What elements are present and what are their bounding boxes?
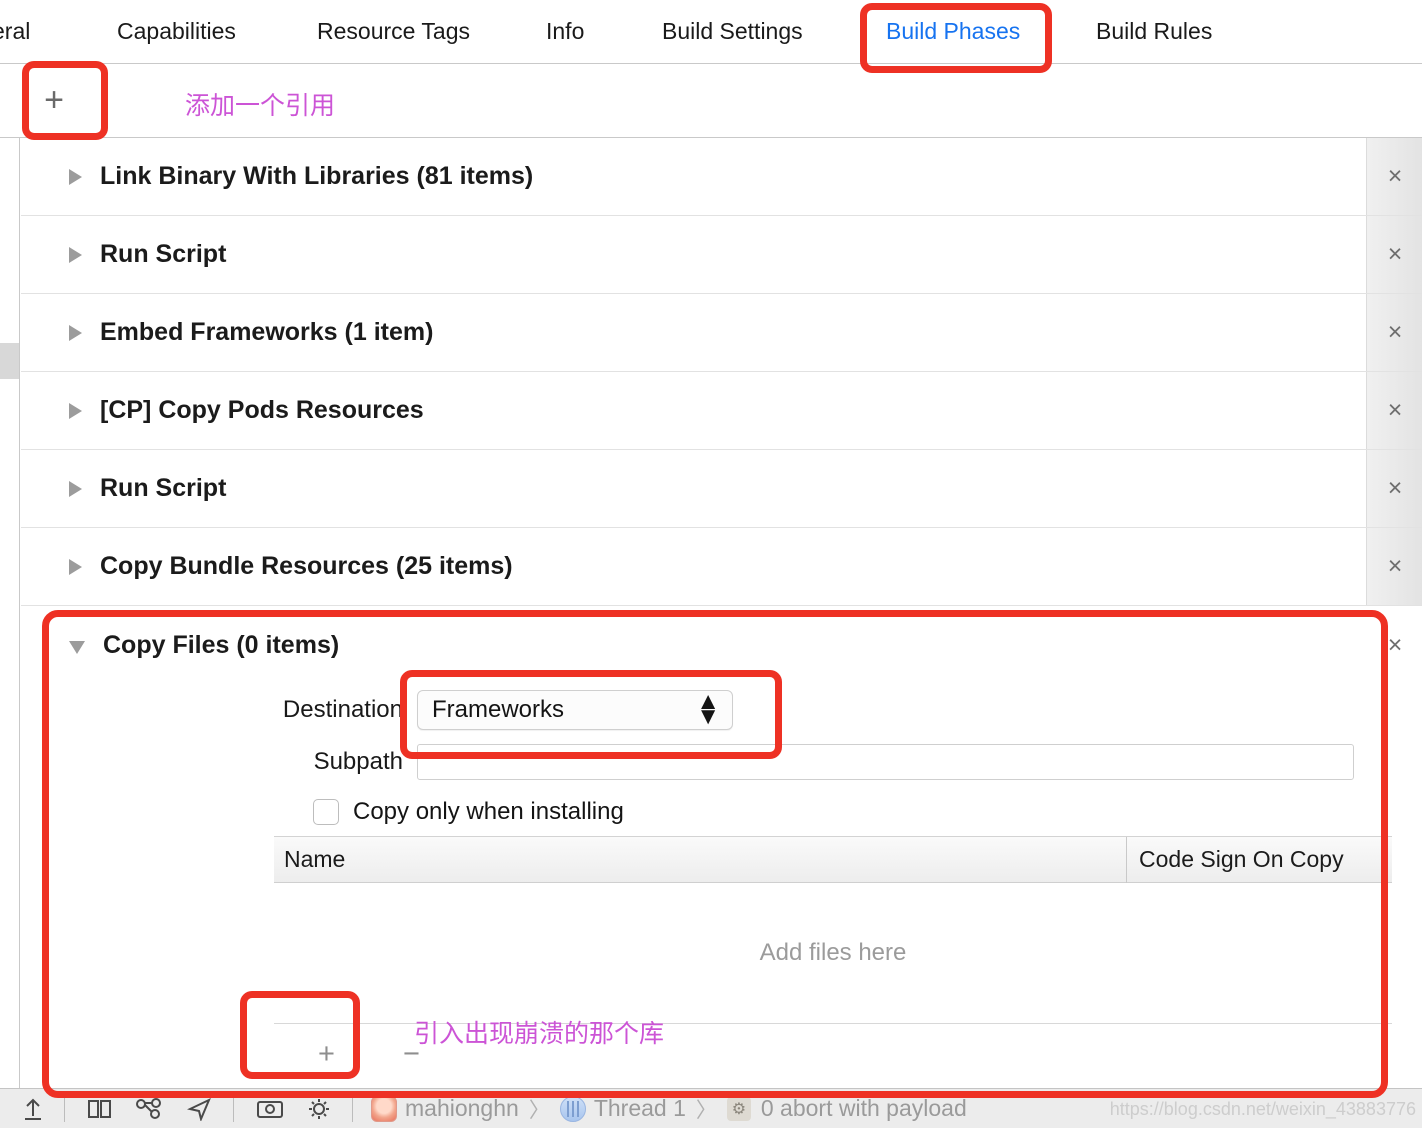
phase-row-run-script-1[interactable]: Run Script × <box>21 216 1422 294</box>
navigator-edge-strip <box>0 138 20 1088</box>
disclosure-triangle-icon[interactable] <box>69 324 82 341</box>
tab-general[interactable]: eral <box>0 18 30 45</box>
empty-placeholder: Add files here <box>759 939 907 966</box>
tab-capabilities[interactable]: Capabilities <box>117 18 236 45</box>
remove-phase-button[interactable]: × <box>1382 552 1408 580</box>
remove-phase-button[interactable]: × <box>1382 240 1408 268</box>
thread-icon <box>559 1095 586 1122</box>
disclosure-triangle-icon[interactable] <box>69 558 82 575</box>
add-build-phase-button[interactable]: + <box>28 74 80 126</box>
phase-row-copy-pods-resources[interactable]: [CP] Copy Pods Resources × <box>21 372 1422 450</box>
breadcrumb-separator: 〉 <box>528 1098 550 1122</box>
divider <box>352 1095 353 1122</box>
gear-settings-icon[interactable] <box>306 1097 332 1121</box>
column-header-code-sign-on-copy[interactable]: Code Sign On Copy <box>1126 836 1392 883</box>
disclosure-triangle-icon[interactable] <box>69 246 82 263</box>
view-hierarchy-icon[interactable] <box>87 1097 113 1121</box>
disclosure-triangle-icon[interactable] <box>69 168 82 185</box>
xcode-build-phases-screen: eral Capabilities Resource Tags Info Bui… <box>0 0 1422 1128</box>
copy-files-body: Destination Frameworks ▲ ▼ Subpath Copy o… <box>21 684 1422 1089</box>
breadcrumb-separator: 〉 <box>695 1098 717 1122</box>
disclosure-triangle-icon[interactable] <box>69 480 82 497</box>
subpath-input[interactable] <box>417 744 1354 780</box>
files-table-body[interactable]: Add files here <box>274 883 1392 1023</box>
copy-only-checkbox[interactable] <box>313 799 339 825</box>
remove-phase-button[interactable]: × <box>1382 162 1408 190</box>
remove-phase-button[interactable]: × <box>1382 396 1408 424</box>
disclosure-triangle-icon[interactable] <box>69 402 82 419</box>
column-header-name[interactable]: Name <box>274 846 1126 873</box>
phase-title: Copy Files (0 items) <box>103 630 340 659</box>
debug-bar: mahionghn 〉 Thread 1 〉 ⚙ 0 abort with pa… <box>0 1088 1422 1128</box>
copy-only-row[interactable]: Copy only when installing <box>21 788 1422 836</box>
share-upload-icon[interactable] <box>22 1097 44 1121</box>
phase-title: Run Script <box>100 474 227 502</box>
phase-row-copy-files[interactable]: Copy Files (0 items) × <box>21 606 1422 684</box>
disclosure-triangle-icon[interactable] <box>69 640 85 654</box>
phase-title: Link Binary With Libraries (81 items) <box>100 162 534 190</box>
copy-only-label: Copy only when installing <box>353 798 624 825</box>
watermark: https://blog.csdn.net/weixin_43883776 <box>1109 1099 1416 1119</box>
frame-icon: ⚙ <box>726 1096 751 1121</box>
chevron-updown-icon: ▲ ▼ <box>696 688 720 730</box>
files-table: Name Code Sign On Copy Add files here <box>274 836 1392 1023</box>
tab-info[interactable]: Info <box>546 18 584 45</box>
files-table-header: Name Code Sign On Copy <box>274 836 1392 883</box>
divider <box>233 1095 234 1122</box>
destination-label: Destination <box>282 696 403 723</box>
divider <box>64 1095 65 1122</box>
breadcrumb-process[interactable]: mahionghn <box>405 1095 519 1122</box>
remove-phase-button[interactable]: × <box>1382 318 1408 346</box>
target-editor-tabbar: eral Capabilities Resource Tags Info Bui… <box>0 0 1422 64</box>
destination-value: Frameworks <box>432 696 565 723</box>
subpath-label: Subpath <box>313 748 403 775</box>
breadcrumb-frame[interactable]: 0 abort with payload <box>761 1095 967 1122</box>
phase-row-link-binary[interactable]: Link Binary With Libraries (81 items) × <box>21 138 1422 216</box>
phase-title: [CP] Copy Pods Resources <box>100 396 424 424</box>
phase-row-run-script-2[interactable]: Run Script × <box>21 450 1422 528</box>
phase-title: Run Script <box>100 240 227 268</box>
phase-title: Copy Bundle Resources (25 items) <box>100 552 513 580</box>
annotation-add-reference: 添加一个引用 <box>185 92 336 120</box>
location-simulate-icon[interactable] <box>187 1097 213 1121</box>
phase-title: Embed Frameworks (1 item) <box>100 318 434 346</box>
camera-snapshot-icon[interactable] <box>256 1097 284 1121</box>
memory-graph-icon[interactable] <box>135 1097 165 1121</box>
breadcrumb-thread[interactable]: Thread 1 <box>594 1095 686 1122</box>
tab-build-phases[interactable]: Build Phases <box>886 18 1020 45</box>
person-avatar-icon <box>371 1095 397 1122</box>
annotation-add-crashing-library: 引入出现崩溃的那个库 <box>414 1020 665 1048</box>
navigator-selected-row[interactable] <box>0 343 19 379</box>
debug-breadcrumb: mahionghn 〉 Thread 1 〉 ⚙ 0 abort with pa… <box>371 1094 967 1124</box>
destination-row: Destination Frameworks ▲ ▼ <box>21 684 1422 736</box>
subpath-row: Subpath <box>21 736 1422 788</box>
build-phases-list: Link Binary With Libraries (81 items) × … <box>21 138 1422 1089</box>
tab-resource-tags[interactable]: Resource Tags <box>317 18 470 45</box>
tab-build-settings[interactable]: Build Settings <box>662 18 803 45</box>
destination-select[interactable]: Frameworks ▲ ▼ <box>417 690 733 730</box>
remove-phase-button[interactable]: × <box>1382 631 1408 659</box>
tab-build-rules[interactable]: Build Rules <box>1096 18 1212 45</box>
remove-phase-button[interactable]: × <box>1382 474 1408 502</box>
phase-row-copy-bundle-resources[interactable]: Copy Bundle Resources (25 items) × <box>21 528 1422 606</box>
phase-row-embed-frameworks[interactable]: Embed Frameworks (1 item) × <box>21 294 1422 372</box>
